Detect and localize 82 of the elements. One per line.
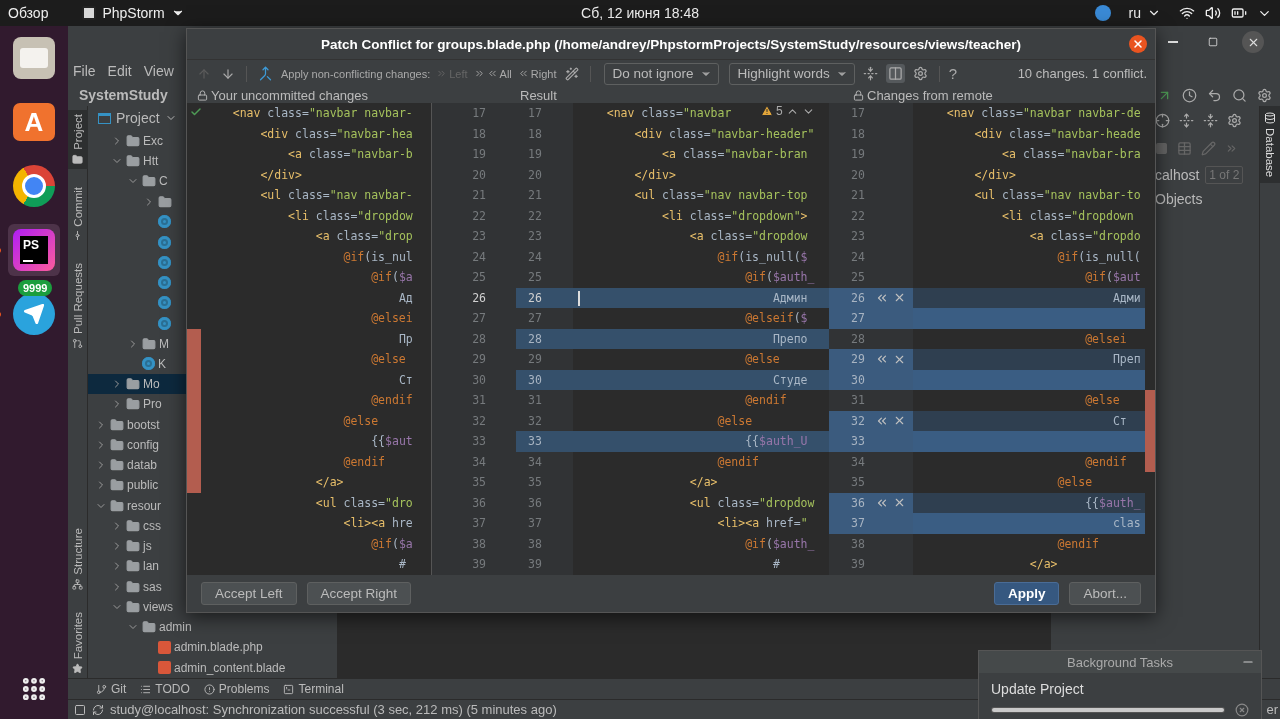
- line-number: 27: [516, 308, 573, 329]
- line-number: 20: [851, 167, 866, 182]
- line-number: 35: [516, 472, 573, 493]
- line-number: 35: [431, 472, 516, 493]
- line-number: 17: [431, 103, 516, 124]
- line-number: 27: [851, 311, 866, 326]
- line-number: 32: [516, 410, 573, 431]
- line-number: 24: [851, 249, 866, 264]
- line-number: 22: [851, 208, 866, 223]
- line-number: 18: [516, 123, 573, 144]
- line-number: 35: [851, 475, 866, 490]
- warning-count: 5: [776, 104, 783, 118]
- line-number: 36: [431, 492, 516, 513]
- line-number: 20: [516, 164, 573, 185]
- line-number: 38: [431, 533, 516, 554]
- line-number: 39: [516, 554, 573, 575]
- line-number: 36: [516, 492, 573, 513]
- line-number: 37: [516, 513, 573, 534]
- status-message: study@localhost: Synchronization successful (3 sec, 212 ms) (5 minutes ago): [110, 702, 557, 717]
- line-number: 28: [851, 331, 866, 346]
- line-number: 23: [516, 226, 573, 247]
- task-name: Update Project: [991, 681, 1085, 697]
- line-number: 29: [431, 349, 516, 370]
- dialog-title: Patch Conflict for groups.blade.php (/home/andrey/PhpstormProjects/SystemStudy/resources/views/teacher): [321, 36, 1021, 52]
- line-number: 23: [851, 229, 866, 244]
- pane-header: Your uncommitted changes: [187, 87, 431, 103]
- line-number: 17: [851, 106, 866, 121]
- line-number: 31: [516, 390, 573, 411]
- line-number: 18: [431, 123, 516, 144]
- line-number: 39: [851, 557, 866, 572]
- line-number: 33: [431, 431, 516, 452]
- line-number: 32: [431, 410, 516, 431]
- line-number: 37: [431, 513, 516, 534]
- line-number: 30: [516, 369, 573, 390]
- notification-badge: 9999: [18, 280, 53, 296]
- line-number: 24: [516, 246, 573, 267]
- line-number: 34: [431, 451, 516, 472]
- line-number: 21: [431, 185, 516, 206]
- line-number: 21: [516, 185, 573, 206]
- line-number: 38: [516, 533, 573, 554]
- popup-title: Background Tasks: [1067, 654, 1173, 670]
- line-number: 36: [851, 495, 866, 510]
- line-number: 34: [516, 451, 573, 472]
- line-number: 21: [851, 188, 866, 203]
- line-number: 25: [516, 267, 573, 288]
- changes-summary: 10 changes. 1 conflict.: [1017, 66, 1147, 81]
- line-number: 25: [851, 270, 866, 285]
- line-number: 19: [431, 144, 516, 165]
- line-number: 30: [851, 372, 866, 387]
- line-number: 19: [516, 144, 573, 165]
- line-number: 26: [431, 287, 516, 308]
- line-number: 26: [851, 290, 866, 305]
- status-text: er: [1266, 702, 1279, 717]
- line-number: 37: [851, 516, 866, 531]
- line-number: 26: [516, 287, 573, 308]
- line-number: 38: [851, 536, 866, 551]
- line-number: 19: [851, 147, 866, 162]
- apply-label: Apply non-conflicting changes:: [281, 67, 431, 80]
- schema-count: 1 of 2: [1205, 166, 1244, 184]
- line-number: 33: [516, 431, 573, 452]
- line-number: 29: [516, 349, 573, 370]
- line-number: 29: [851, 352, 866, 367]
- pane-header: Result: [519, 87, 558, 103]
- line-number: 33: [851, 434, 866, 449]
- line-number: 34: [851, 454, 866, 469]
- line-number: 22: [431, 205, 516, 226]
- line-number: 23: [431, 226, 516, 247]
- line-number: 22: [516, 205, 573, 226]
- line-number: 32: [851, 413, 866, 428]
- pane-header: Changes from remote: [829, 87, 1157, 103]
- line-number: 20: [431, 164, 516, 185]
- line-number: 18: [851, 126, 866, 141]
- line-number: 27: [431, 308, 516, 329]
- line-number: 30: [431, 369, 516, 390]
- line-number: 39: [431, 554, 516, 575]
- line-number: 31: [851, 393, 866, 408]
- line-number: 17: [516, 103, 573, 124]
- line-number: 24: [431, 246, 516, 267]
- line-number: 28: [431, 328, 516, 349]
- line-number: 28: [516, 328, 573, 349]
- line-number: 25: [431, 267, 516, 288]
- line-number: 31: [431, 390, 516, 411]
